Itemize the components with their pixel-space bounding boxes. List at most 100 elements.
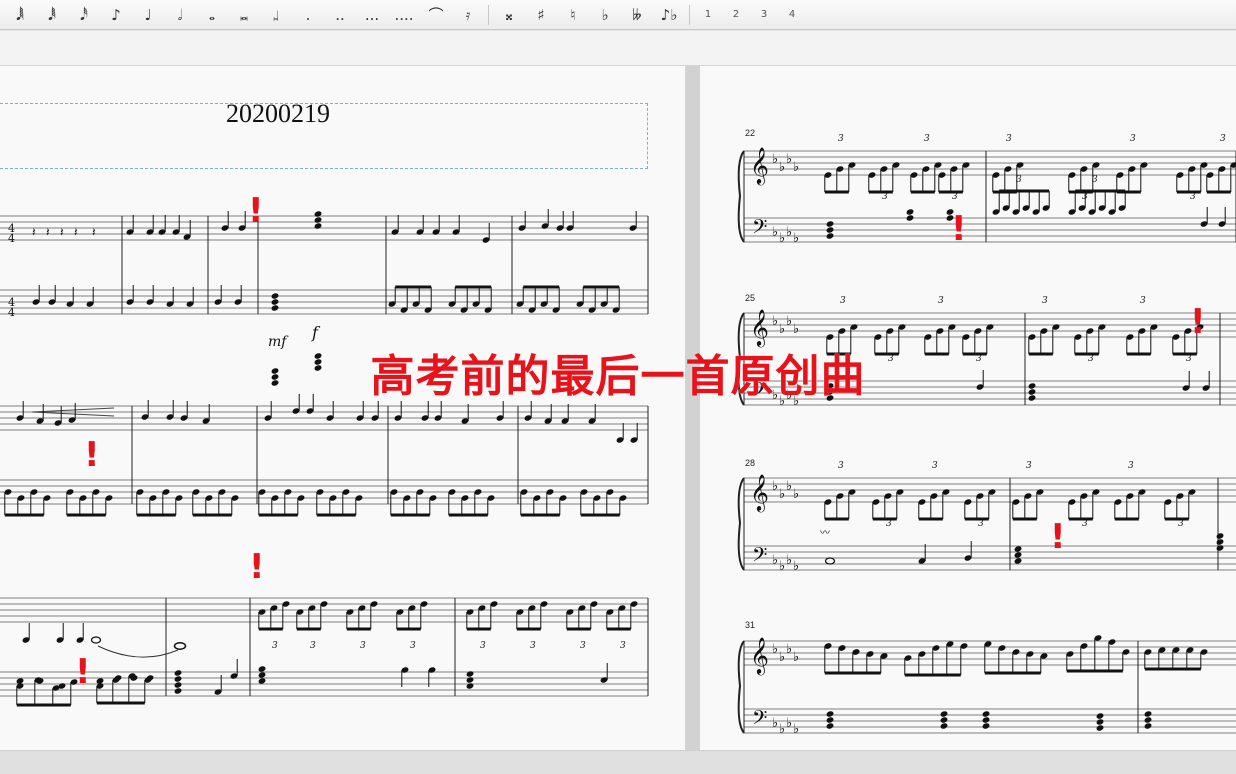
note-head (1096, 725, 1104, 731)
measure-number: 22 (745, 128, 756, 138)
note-head (466, 677, 474, 683)
double-flat-icon[interactable]: 𝄫 (621, 1, 653, 29)
annotation-mark: ! (75, 652, 91, 692)
32nd-note-icon[interactable]: 𝅘𝅥𝅱 (36, 1, 68, 29)
tuplet-number: 3 (838, 134, 844, 144)
tuplet-number: 3 (1140, 296, 1146, 306)
status-bar (0, 750, 1236, 774)
note-head (1014, 558, 1022, 564)
measure-number: 28 (745, 458, 756, 468)
tuplet-number: 3 (932, 461, 938, 471)
tie-icon[interactable]: ⌒ (420, 1, 452, 29)
flat-icon: ♭ (779, 722, 785, 737)
note-head (940, 717, 948, 723)
measure-number: 25 (745, 293, 756, 303)
dot-button-2[interactable]: .. (324, 1, 356, 29)
grand-staff-brace (737, 312, 745, 406)
tuplet-number: 3 (1016, 175, 1022, 185)
score-left-svg: 4444𝄽 𝄽 𝄽 𝄽 𝄽mf f3 3 3 3 3 3 3 3 (0, 209, 649, 707)
flat-icon: ♭ (772, 225, 778, 240)
annotation-mark: ! (1050, 517, 1066, 557)
annotation-mark: ! (249, 547, 265, 587)
longa-note-icon[interactable]: 𝆷 (260, 1, 292, 29)
flat-icon: ♭ (772, 716, 778, 731)
note-head (826, 723, 834, 729)
dynamic-marking: mf (268, 334, 289, 350)
time-signature: 4 (8, 306, 15, 319)
annotation-mark: ! (1190, 302, 1206, 342)
note-head (314, 211, 322, 217)
note-head (826, 221, 834, 227)
voice-button-2[interactable]: 2 (722, 1, 750, 29)
tuplet-number: 3 (1128, 461, 1134, 471)
grace-flat-icon[interactable]: ♪♭ (653, 1, 685, 29)
tuplet-number: 3 (1178, 519, 1184, 529)
grand-staff-brace (737, 150, 745, 243)
flat-icon: ♭ (779, 160, 785, 175)
whole-note-icon[interactable]: 𝅝 (196, 1, 228, 29)
note-head (1028, 395, 1036, 401)
64th-note-icon[interactable]: 𝅘𝅥𝅲 (4, 1, 36, 29)
tuplet-number: 3 (838, 461, 844, 471)
note-head (466, 683, 474, 689)
note-head (314, 365, 322, 371)
eighth-note-icon[interactable]: ♪ (100, 1, 132, 29)
note-head (906, 209, 914, 215)
note-head (982, 711, 990, 717)
rest: 𝄽 (60, 225, 64, 239)
voice-button-3[interactable]: 3 (750, 1, 778, 29)
note-head (258, 678, 266, 684)
flat-icon: ♭ (772, 642, 778, 657)
tuplet-number: 3 (272, 641, 278, 651)
note-head (824, 557, 836, 565)
note-head (982, 717, 990, 723)
tuplet-number: 3 (1082, 519, 1088, 529)
note-head (1144, 723, 1152, 729)
natural-icon[interactable]: ♮ (557, 1, 589, 29)
voice-button-1[interactable]: 1 (694, 1, 722, 29)
bass-clef-icon: 𝄢 (752, 378, 767, 406)
double-sharp-icon[interactable]: 𝄪 (493, 1, 525, 29)
note-head (826, 233, 834, 239)
tuplet-number: 3 (360, 641, 366, 651)
note-head (1216, 533, 1224, 539)
tuplet-number: 3 (410, 641, 416, 651)
dot-button-4[interactable]: .... (388, 1, 420, 29)
flat-icon: ♭ (793, 160, 799, 175)
score-page-left[interactable]: 20200219 4 4 4 4 𝄽 𝄽 𝄽 𝄽 𝄽 mf f 3 3 3 3 3 3 3 3 (0, 66, 685, 750)
flat-icon[interactable]: ♭ (589, 1, 621, 29)
note-head (1014, 552, 1022, 558)
score-page-right[interactable]: 𝄞 𝄢 ♭ ♭ ♭ ♭ ♭ ♭ ♭ ♭ 𝄞 𝄢 ♭ ♭ ♭ ♭ ♭ ♭ ♭ ♭ 𝄞 𝄢 ♭ ♭ ♭ ♭ ♭ ♭ ♭ ♭ 𝄞 𝄢 ♭ ♭ ♭ ♭ ♭ ♭ ♭ ♭… (700, 66, 1236, 750)
flat-icon: ♭ (786, 553, 792, 568)
tuplet-number: 3 (1088, 354, 1094, 364)
voice-button-4[interactable]: 4 (778, 1, 806, 29)
flat-icon: ♭ (793, 722, 799, 737)
annotation-mark: ! (248, 191, 264, 231)
rest: 𝄽 (92, 225, 96, 239)
flat-icon: ♭ (793, 559, 799, 574)
toolbar-separator (488, 4, 489, 25)
quarter-note-icon[interactable]: ♩ (132, 1, 164, 29)
note-head (174, 670, 182, 676)
dot-button-1[interactable]: . (292, 1, 324, 29)
note-head (314, 223, 322, 229)
grand-staff-brace (737, 640, 745, 734)
treble-clef-icon: 𝄞 (750, 308, 769, 347)
note-head (940, 711, 948, 717)
note-head (826, 227, 834, 233)
note-head (271, 293, 279, 299)
annotation-mark: ! (951, 209, 967, 249)
tuplet-number: 3 (1130, 134, 1136, 144)
half-note-icon[interactable]: 𝅗𝅥 (164, 1, 196, 29)
tuplet-number: 3 (620, 641, 626, 651)
sharp-icon[interactable]: ♯ (525, 1, 557, 29)
time-signature: 4 (8, 232, 15, 245)
flat-icon: ♭ (779, 650, 785, 665)
dot-button-3[interactable]: ... (356, 1, 388, 29)
tuplet-number: 3 (924, 134, 930, 144)
16th-note-icon[interactable]: 𝅘𝅥𝅰 (68, 1, 100, 29)
flat-icon: ♭ (786, 225, 792, 240)
note-head (271, 368, 279, 374)
tuplet-icon[interactable]: 𝄿 (452, 1, 484, 29)
breve-note-icon[interactable]: 𝅜 (228, 1, 260, 29)
